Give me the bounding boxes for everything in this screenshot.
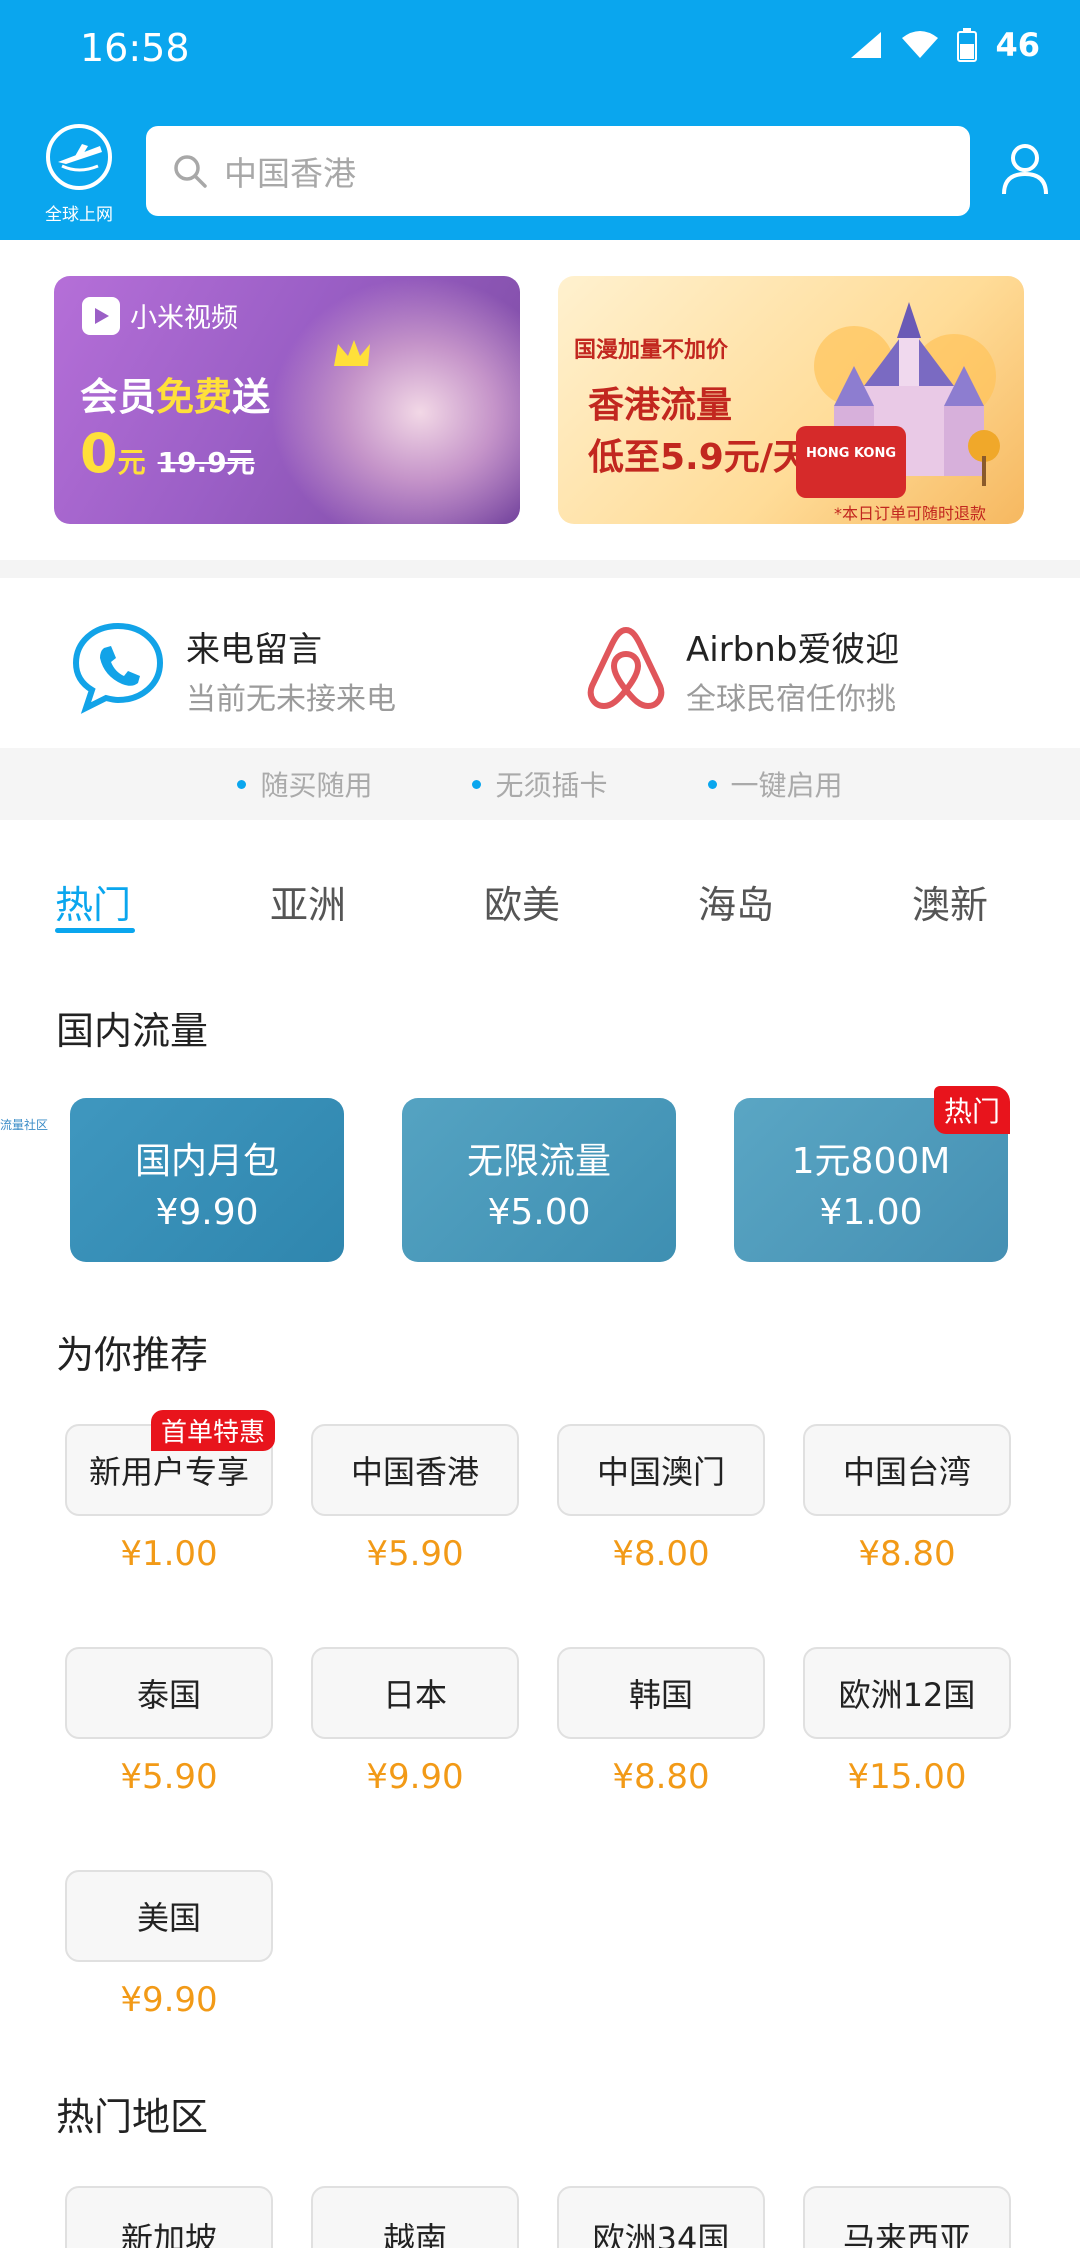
hot-area-button[interactable]: 新加坡 <box>65 2186 273 2248</box>
recommended-item[interactable]: 首单特惠 新用户专享 ¥1.00 <box>65 1410 276 1574</box>
banner-left-headline: 会员免费送 <box>80 375 271 419</box>
section-title-recommended: 为你推荐 <box>56 1333 209 1377</box>
voicemail-service[interactable]: 来电留言 当前无未接来电 <box>70 612 510 722</box>
recommended-item-price: ¥8.80 <box>612 1757 710 1797</box>
banner-figures-image <box>270 276 520 524</box>
airbnb-icon <box>587 627 665 709</box>
domestic-card-price: ¥5.00 <box>487 1192 591 1233</box>
active-tab-indicator <box>55 928 135 933</box>
banner-xiaomi-video[interactable]: 小米视频 会员免费送 0元 19.9元 <box>54 276 520 524</box>
domestic-card[interactable]: 国内月包 ¥9.90 <box>70 1098 344 1262</box>
status-bar: 16:58 46 <box>0 0 1080 100</box>
service-subtitle: 全球民宿任你挑 <box>686 682 896 717</box>
region-tabs: 热门 亚洲 欧美 海岛 澳新 <box>0 860 1080 940</box>
wifi-icon <box>902 31 939 58</box>
domestic-card-price: ¥1.00 <box>819 1192 923 1233</box>
banner-left-price: 0元 19.9元 <box>80 422 255 485</box>
recommended-item-price: ¥15.00 <box>847 1757 967 1797</box>
domestic-card-name: 无限流量 <box>466 1141 611 1182</box>
recommended-item-button[interactable]: 泰国 <box>65 1647 273 1739</box>
recommended-item[interactable]: 美国 ¥9.90 <box>65 1870 273 2020</box>
recommended-item-button[interactable]: 美国 <box>65 1870 273 1962</box>
app-header: 16:58 46 全球上网 中国香港 <box>0 0 1080 240</box>
banner-right-headline: 香港流量 <box>588 385 733 426</box>
domestic-card-name: 国内月包 <box>134 1141 279 1182</box>
crown-icon <box>334 340 370 366</box>
status-icons: 46 <box>849 26 1040 64</box>
phone-chat-icon <box>72 622 164 714</box>
feature-strip: 随买随用 无须插卡 一键启用 <box>0 748 1080 820</box>
battery-icon <box>957 28 978 62</box>
domestic-card[interactable]: 热门 1元800M ¥1.00 <box>734 1086 1010 1262</box>
recommended-item-button[interactable]: 日本 <box>311 1647 519 1739</box>
search-input[interactable]: 中国香港 <box>146 126 970 216</box>
tab-hot[interactable]: 热门 <box>55 874 131 929</box>
service-title: Airbnb爱彼迎 <box>686 630 900 670</box>
banner-right-price: 低至5.9元/天 <box>588 437 809 478</box>
recommended-item-button[interactable]: 首单特惠 新用户专享 <box>65 1410 276 1516</box>
domestic-card[interactable]: 无限流量 ¥5.00 <box>402 1098 676 1262</box>
section-divider <box>0 560 1080 578</box>
recommended-item-price: ¥5.90 <box>120 1757 218 1797</box>
recommended-item[interactable]: 中国香港 ¥5.90 <box>311 1424 519 1574</box>
bullet-dot-icon <box>707 779 717 789</box>
community-side-tag[interactable]: 流量社区 <box>0 1116 48 1133</box>
banner-brand-label: 小米视频 <box>130 303 238 334</box>
recommended-item-price: ¥8.00 <box>612 1534 710 1574</box>
feature-item: 随买随用 <box>237 764 372 804</box>
recommended-item[interactable]: 泰国 ¥5.90 <box>65 1647 273 1797</box>
recommended-item-price: ¥5.90 <box>366 1534 464 1574</box>
service-subtitle: 当前无未接来电 <box>186 682 396 717</box>
recommended-item-button[interactable]: 中国香港 <box>311 1424 519 1516</box>
tab-australia-nz[interactable]: 澳新 <box>912 874 988 929</box>
hot-area-button[interactable]: 马来西亚 <box>803 2186 1011 2248</box>
first-order-badge: 首单特惠 <box>151 1410 276 1451</box>
domestic-card-name: 1元800M <box>791 1141 951 1182</box>
banner-brand: 小米视频 <box>82 296 238 335</box>
recommended-item-button[interactable]: 韩国 <box>557 1647 765 1739</box>
banner-right-tagline: 国漫加量不加价 <box>574 338 729 363</box>
tab-europe-america[interactable]: 欧美 <box>484 874 560 929</box>
feature-item: 无须插卡 <box>472 764 608 804</box>
search-placeholder: 中国香港 <box>224 154 356 193</box>
recommended-item-button[interactable]: 中国澳门 <box>557 1424 765 1516</box>
recommended-item-price: ¥1.00 <box>120 1534 218 1574</box>
recommended-item-price: ¥8.80 <box>858 1534 956 1574</box>
service-title: 来电留言 <box>186 630 322 670</box>
domestic-card-price: ¥9.90 <box>155 1192 259 1233</box>
feature-item: 一键启用 <box>707 764 843 804</box>
battery-level: 46 <box>995 26 1040 64</box>
hot-area-button[interactable]: 越南 <box>311 2186 519 2248</box>
search-icon <box>174 155 207 188</box>
user-icon[interactable] <box>1000 142 1050 196</box>
recommended-item[interactable]: 欧洲12国 ¥15.00 <box>803 1647 1011 1797</box>
recommended-item-button[interactable]: 欧洲12国 <box>803 1647 1011 1739</box>
section-title-hot-areas: 热门地区 <box>56 2095 209 2139</box>
banner-hongkong-data[interactable]: 国漫加量不加价 香港流量 低至5.9元/天 HONG KONG *本日订单可随时… <box>558 276 1024 524</box>
logo-label: 全球上网 <box>45 205 113 225</box>
recommended-item[interactable]: 中国澳门 ¥8.00 <box>557 1424 765 1574</box>
play-icon <box>82 296 120 335</box>
section-title-domestic: 国内流量 <box>56 1009 209 1053</box>
recommended-item[interactable]: 中国台湾 ¥8.80 <box>803 1424 1011 1574</box>
bullet-dot-icon <box>237 779 247 789</box>
recommended-item[interactable]: 韩国 ¥8.80 <box>557 1647 765 1797</box>
banner-right-note: *本日订单可随时退款 <box>834 504 987 523</box>
globe-plane-icon <box>46 124 112 190</box>
recommended-item-button[interactable]: 中国台湾 <box>803 1424 1011 1516</box>
status-time: 16:58 <box>80 26 190 70</box>
recommended-item-price: ¥9.90 <box>366 1757 464 1797</box>
signal-icon <box>851 32 882 58</box>
tab-islands[interactable]: 海岛 <box>698 874 774 929</box>
bus-illustration: HONG KONG <box>796 426 906 498</box>
hot-badge: 热门 <box>933 1086 1010 1134</box>
tab-asia[interactable]: 亚洲 <box>270 874 346 929</box>
recommended-item-price: ¥9.90 <box>120 1980 218 2020</box>
recommended-item[interactable]: 日本 ¥9.90 <box>311 1647 519 1797</box>
bullet-dot-icon <box>472 779 482 789</box>
hot-area-button[interactable]: 欧洲34国 <box>557 2186 765 2248</box>
airbnb-service[interactable]: Airbnb爱彼迎 全球民宿任你挑 <box>578 612 1038 722</box>
app-logo[interactable]: 全球上网 <box>36 122 122 225</box>
